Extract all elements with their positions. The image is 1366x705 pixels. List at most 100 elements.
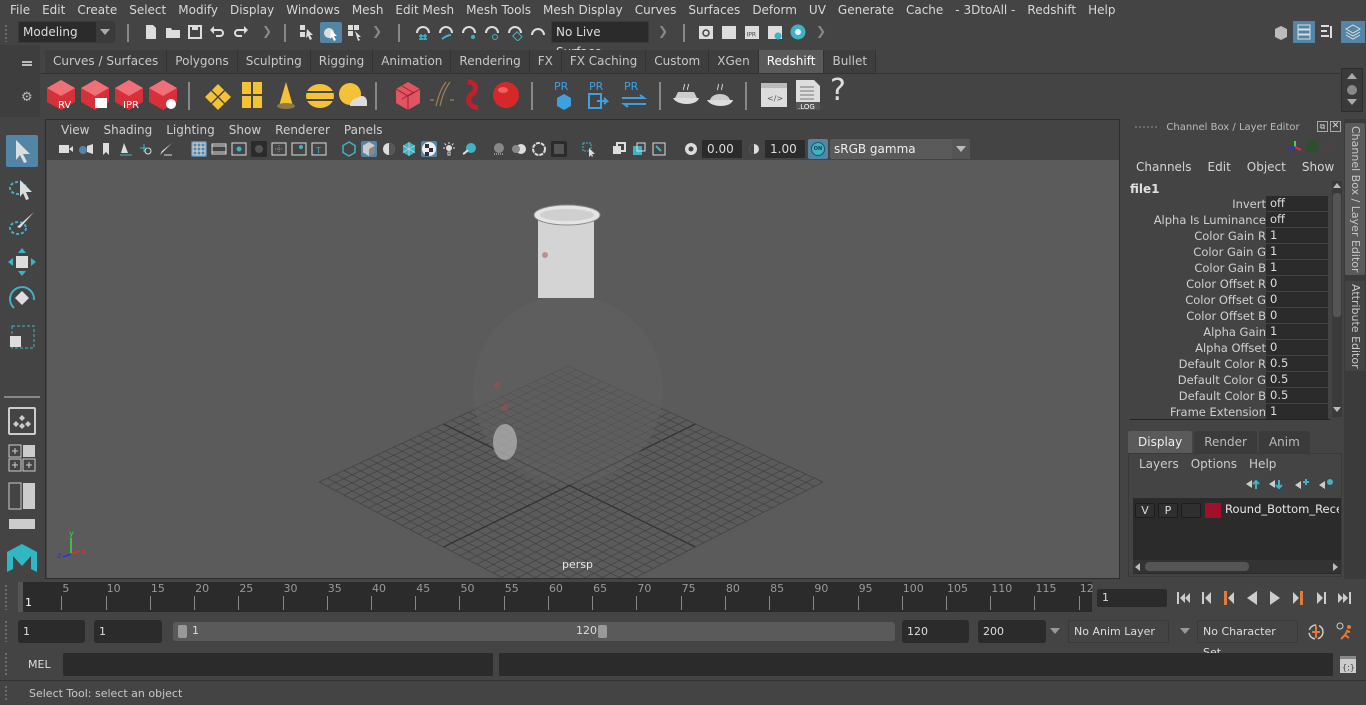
new-layer-selected-icon[interactable] <box>1318 478 1334 490</box>
select-object-button[interactable] <box>320 22 342 43</box>
resolution-gate-icon[interactable] <box>231 141 247 157</box>
select-component-icon[interactable] <box>346 23 364 41</box>
menu-display[interactable]: Display <box>224 3 280 17</box>
viewport-menu-view[interactable]: View <box>54 123 96 137</box>
channel-box-menu-channels[interactable]: Channels <box>1128 160 1200 174</box>
move-tool-button[interactable] <box>6 246 38 278</box>
attribute-value-field[interactable]: 1 <box>1266 404 1328 419</box>
attribute-value-field[interactable]: 0 <box>1266 308 1328 323</box>
channel-box-menu-object[interactable]: Object <box>1239 160 1294 174</box>
collapse-chevron-icon[interactable]: ❯ <box>816 24 826 40</box>
playback-start-field[interactable]: 1 <box>94 620 162 643</box>
help-line-grip[interactable] <box>4 685 8 701</box>
menu-mesh[interactable]: Mesh <box>346 3 390 17</box>
menu-3dtoall[interactable]: - 3DtoAll - <box>949 3 1021 17</box>
pr-mesh-button[interactable]: PR <box>548 78 580 112</box>
layer-playback-toggle[interactable]: P <box>1158 503 1178 518</box>
chevron-down-icon[interactable] <box>1347 99 1357 105</box>
four-view-layout-button[interactable] <box>8 444 36 472</box>
lasso-tool-button[interactable] <box>6 172 38 204</box>
attribute-value-field[interactable]: 0.5 <box>1266 356 1328 371</box>
open-scene-icon[interactable] <box>164 23 182 41</box>
redo-icon[interactable] <box>232 23 250 41</box>
viewport-menu-renderer[interactable]: Renderer <box>268 123 337 137</box>
shelf-menu-icon[interactable] <box>22 61 32 63</box>
step-forward-key-icon[interactable] <box>1289 589 1307 607</box>
pr-swap-button[interactable]: PR <box>618 78 650 112</box>
status-line-grip[interactable] <box>4 24 8 42</box>
command-line-grip[interactable] <box>4 652 8 676</box>
timeline-grip[interactable] <box>4 584 8 610</box>
viewport-scene[interactable]: y x z persp <box>47 160 1119 578</box>
snap-curve-icon[interactable] <box>437 23 455 41</box>
textured-icon[interactable] <box>421 141 437 157</box>
isolate-select-icon[interactable] <box>581 141 597 157</box>
layer-row[interactable]: V P Round_Bottom_Receiv <box>1133 498 1341 522</box>
snap-live-icon[interactable] <box>506 23 524 41</box>
attribute-label[interactable]: Alpha Gain <box>1203 324 1266 340</box>
shelf-tab-polygons[interactable]: Polygons <box>167 50 238 73</box>
auto-key-icon[interactable] <box>1306 622 1326 642</box>
shelf-tab-rendering[interactable]: Rendering <box>451 50 530 73</box>
menu-redshift[interactable]: Redshift <box>1021 3 1082 17</box>
shadows-icon[interactable] <box>461 141 477 157</box>
attribute-value-field[interactable]: 1 <box>1266 324 1328 339</box>
step-forward-frame-icon[interactable] <box>1312 589 1330 607</box>
anim-layer-dropdown[interactable]: No Anim Layer <box>1068 620 1169 643</box>
undo-icon[interactable] <box>208 23 226 41</box>
animation-preferences-icon[interactable] <box>1334 621 1356 643</box>
menu-select[interactable]: Select <box>123 3 172 17</box>
collapse-chevron-icon[interactable]: ❯ <box>658 24 668 40</box>
attribute-value-field[interactable]: 0 <box>1266 292 1328 307</box>
animation-start-field[interactable]: 1 <box>18 620 85 643</box>
range-end-handle[interactable] <box>598 625 607 638</box>
make-live-icon[interactable] <box>529 23 547 41</box>
attribute-value-field[interactable]: 0 <box>1266 340 1328 355</box>
redshift-render-view-button[interactable]: RV <box>45 78 77 112</box>
chevron-down-icon[interactable] <box>1050 628 1060 634</box>
redshift-sphere-button[interactable] <box>490 78 522 112</box>
attribute-value-field[interactable]: 1 <box>1266 228 1328 243</box>
stacked-layout-button[interactable] <box>8 518 36 534</box>
color-management-toggle[interactable]: ON <box>808 139 828 159</box>
script-editor-button[interactable]: </> <box>758 78 790 112</box>
attribute-editor-side-tab[interactable]: Attribute Editor <box>1345 281 1365 371</box>
menu-mesh-display[interactable]: Mesh Display <box>537 3 629 17</box>
menu-windows[interactable]: Windows <box>280 3 346 17</box>
layer-menu-layers[interactable]: Layers <box>1133 457 1185 471</box>
redshift-area-light-button[interactable] <box>202 78 234 112</box>
collapse-chevron-icon[interactable]: ❯ <box>372 24 382 40</box>
attribute-label[interactable]: Color Offset B <box>1186 308 1266 324</box>
redshift-proxy-button[interactable] <box>392 78 424 112</box>
layer-visibility-toggle[interactable]: V <box>1135 503 1155 518</box>
attribute-label[interactable]: Color Offset R <box>1186 276 1266 292</box>
menu-surfaces[interactable]: Surfaces <box>682 3 746 17</box>
channel-box-side-tab[interactable]: Channel Box / Layer Editor <box>1345 123 1365 275</box>
rotate-tool-button[interactable] <box>6 282 38 314</box>
layer-tab-display[interactable]: Display <box>1128 431 1193 453</box>
scrollbar-thumb[interactable] <box>1145 562 1249 571</box>
film-gate-icon[interactable] <box>211 141 227 157</box>
channel-box-scrollbar[interactable] <box>1332 181 1342 417</box>
tool-settings-icon[interactable] <box>1318 23 1336 41</box>
motion-blur-icon[interactable] <box>511 141 527 157</box>
depth-of-field-icon[interactable] <box>551 141 567 157</box>
attribute-label[interactable]: Color Gain G <box>1193 244 1266 260</box>
attribute-label[interactable]: Default Color B <box>1179 388 1266 404</box>
menu-help[interactable]: Help <box>1082 3 1121 17</box>
node-name[interactable]: file1 <box>1130 182 1160 196</box>
pr-export-button[interactable]: PR <box>583 78 615 112</box>
chevron-right-icon[interactable] <box>1333 563 1338 571</box>
channel-box-menu-show[interactable]: Show <box>1294 160 1342 174</box>
shelf-tab-bullet[interactable]: Bullet <box>824 50 877 73</box>
two-pane-layout-button[interactable] <box>8 482 36 510</box>
menuset-dropdown[interactable]: Modeling <box>18 21 115 43</box>
bookmark-icon[interactable] <box>98 141 114 157</box>
image-plane-icon[interactable] <box>118 141 134 157</box>
float-panel-icon[interactable]: ⧉ <box>1317 121 1328 132</box>
command-language-label[interactable]: MEL <box>28 658 51 671</box>
select-tool-button[interactable] <box>6 135 38 167</box>
shelf-tab-animation[interactable]: Animation <box>373 50 452 73</box>
attribute-value-field[interactable]: off <box>1266 212 1328 227</box>
attribute-value-field[interactable]: 1 <box>1266 244 1328 259</box>
